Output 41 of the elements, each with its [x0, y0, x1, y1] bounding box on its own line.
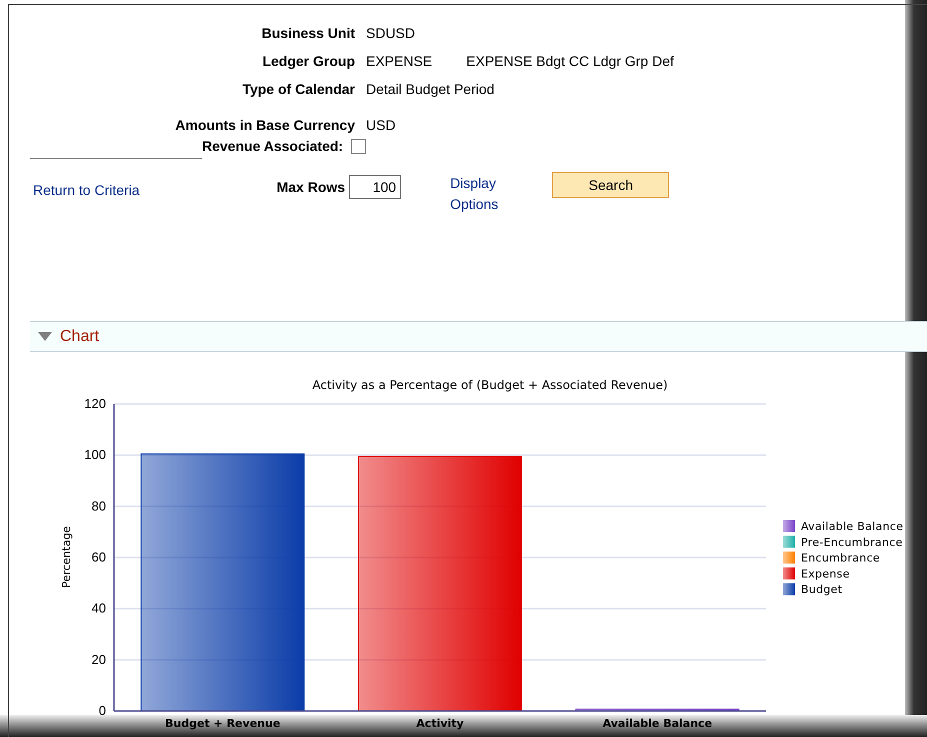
legend-label: Available Balance [801, 520, 904, 533]
field-label: Max Rows [276, 179, 346, 195]
y-tick-label: 80 [92, 498, 106, 514]
field-label: Revenue Associated: [202, 138, 344, 154]
y-tick-label: 60 [92, 550, 106, 564]
section-title: Chart [60, 328, 100, 346]
collapse-triangle-icon[interactable] [38, 332, 52, 341]
chart-title: Activity as a Percentage of (Budget + Associated Revenue) [312, 378, 668, 392]
legend-swatch [783, 536, 795, 548]
legend-swatch [783, 583, 795, 596]
field-label: Business Unit [260, 25, 355, 41]
return-to-criteria-link[interactable]: Return to Criteria [33, 182, 140, 198]
x-category-label: Activity [416, 717, 464, 730]
y-tick-label: 40 [92, 600, 106, 616]
field-value: EXPENSE Bdgt CC Ldgr Grp Def [466, 53, 674, 69]
field-label: Type of Calendar [241, 81, 355, 97]
display-options-link[interactable]: Display Options [450, 173, 498, 215]
max-rows-field[interactable]: 100 [349, 175, 402, 199]
legend-swatch [783, 567, 795, 580]
y-tick-label: 0 [98, 703, 106, 718]
y-axis-title: Percentage [60, 526, 73, 588]
revenue-associated-checkbox[interactable] [351, 138, 366, 154]
x-category-label: Available Balance [602, 717, 712, 730]
legend-label: Expense [801, 567, 850, 580]
legend-label: Pre-Encumbrance [801, 536, 903, 549]
legend-swatch [783, 552, 795, 564]
y-tick-label: 100 [84, 447, 106, 462]
field-value: Detail Budget Period [366, 81, 494, 97]
legend-label: Budget [801, 583, 842, 596]
search-button[interactable]: Search [552, 172, 670, 198]
legend-label: Encumbrance [801, 552, 880, 565]
y-tick-label: 20 [92, 652, 106, 667]
legend-swatch [783, 520, 795, 532]
field-label: Amounts in Base Currency [174, 117, 355, 133]
x-category-label: Budget + Revenue [165, 717, 280, 730]
y-tick-label: 120 [84, 396, 106, 411]
field-label: Ledger Group [261, 53, 355, 69]
field-value: SDUSD [366, 25, 416, 41]
field-value: USD [366, 117, 396, 133]
chart-section-header[interactable]: Chart [30, 321, 927, 352]
field-value: EXPENSE [366, 53, 432, 69]
